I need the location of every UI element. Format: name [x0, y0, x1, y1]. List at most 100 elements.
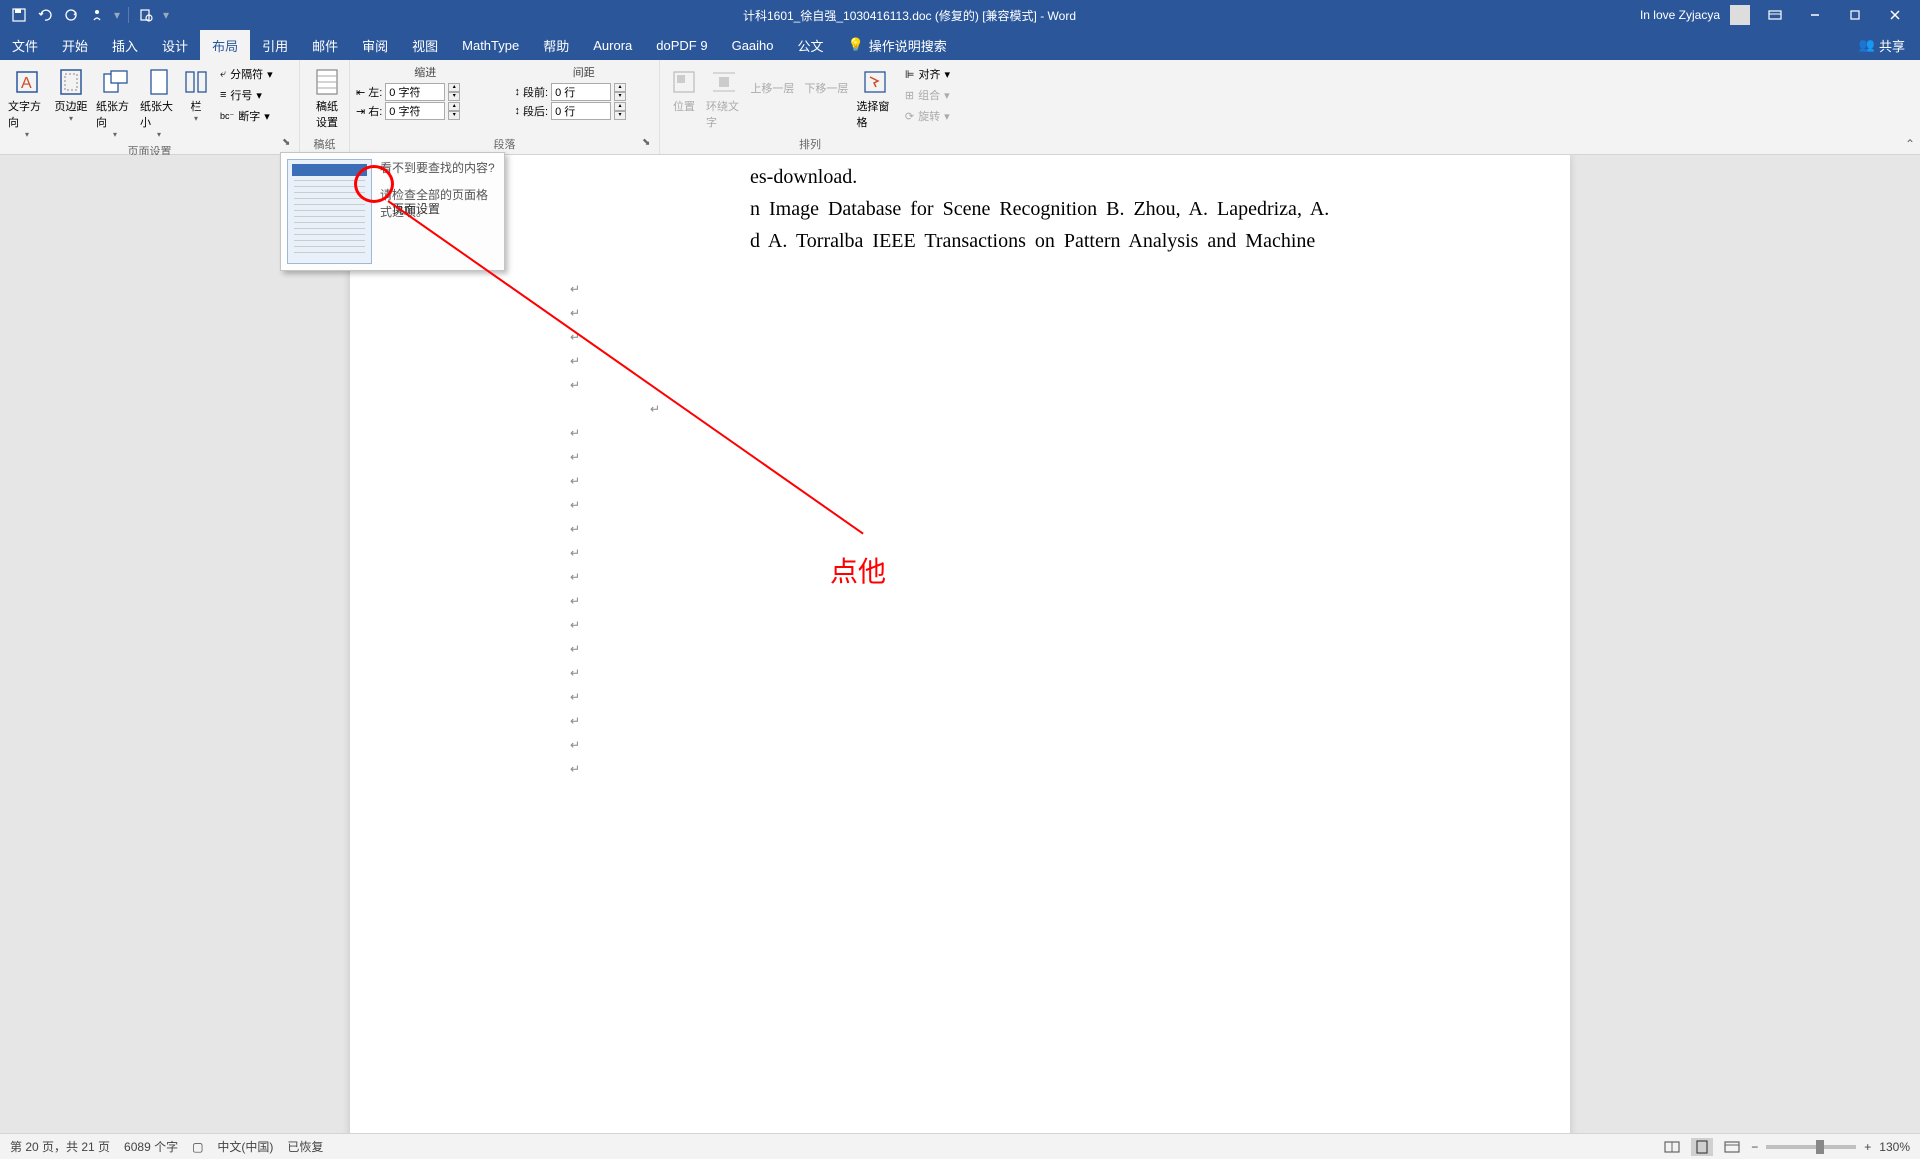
orientation-button[interactable]: 纸张方向 ▾ — [94, 64, 136, 141]
paragraph-dialog-launcher[interactable]: ⬊ — [642, 137, 656, 151]
ribbon-options-icon[interactable] — [1760, 5, 1790, 25]
spinner-up[interactable]: ▴ — [448, 102, 460, 111]
indent-left-input[interactable] — [385, 83, 445, 101]
hyphenation-icon: bc⁻ — [220, 111, 234, 122]
tab-design[interactable]: 设计 — [150, 30, 200, 60]
page-setup-dialog-launcher[interactable]: ⬊ — [282, 137, 296, 151]
line-numbers-icon: ≡ — [220, 89, 226, 101]
spacing-header: 间距 — [515, 64, 654, 82]
forward-button: 上移一层 — [746, 78, 798, 98]
tab-layout[interactable]: 布局 — [200, 30, 250, 60]
spinner-up[interactable]: ▴ — [448, 83, 460, 92]
paragraph-mark: ↵ — [570, 517, 1450, 541]
spinner-up[interactable]: ▴ — [614, 83, 626, 92]
spacing-after-input[interactable] — [551, 102, 611, 120]
annotation-text: 点他 — [830, 550, 886, 590]
tab-references[interactable]: 引用 — [250, 30, 300, 60]
paragraph-mark: ↵ — [650, 397, 1450, 421]
zoom-out-button[interactable]: − — [1751, 1140, 1758, 1154]
align-button[interactable]: ⊫对齐 ▾ — [901, 64, 954, 84]
tab-home[interactable]: 开始 — [50, 30, 100, 60]
print-preview-icon[interactable] — [137, 6, 155, 24]
spinner-down[interactable]: ▾ — [448, 92, 460, 101]
redo-icon[interactable] — [62, 6, 80, 24]
tab-gaaiho[interactable]: Gaaiho — [720, 30, 786, 60]
zoom-slider[interactable] — [1766, 1145, 1856, 1149]
tab-dopdf[interactable]: doPDF 9 — [644, 30, 719, 60]
group-label-arrange: 排列 — [666, 134, 954, 152]
manuscript-icon — [311, 66, 343, 98]
tab-review[interactable]: 审阅 — [350, 30, 400, 60]
web-layout-icon[interactable] — [1721, 1138, 1743, 1156]
paragraph-mark: ↵ — [570, 637, 1450, 661]
size-button[interactable]: 纸张大小 ▾ — [138, 64, 180, 141]
group-button: ⊞组合 ▾ — [901, 85, 954, 105]
tab-gongwen[interactable]: 公文 — [786, 30, 836, 60]
paragraph-mark: ↵ — [570, 277, 1450, 301]
breaks-button[interactable]: ⤶分隔符 ▾ — [216, 64, 277, 84]
indent-right-icon: ⇥ — [356, 105, 365, 118]
spacing-before-input[interactable] — [551, 83, 611, 101]
maximize-icon[interactable] — [1840, 5, 1870, 25]
position-button: 位置 — [666, 64, 702, 116]
share-button[interactable]: 👥 共享 — [1859, 36, 1920, 55]
document-area: es-download. n Image Database for Scene … — [0, 155, 1920, 1133]
bulb-icon: 💡 — [848, 37, 864, 53]
line-numbers-button[interactable]: ≡行号 ▾ — [216, 85, 277, 105]
zoom-level[interactable]: 130% — [1879, 1140, 1910, 1154]
tab-file[interactable]: 文件 — [0, 30, 50, 60]
doc-line-1: es-download. — [750, 161, 1450, 193]
doc-line-3: d A. Torralba IEEE Transactions on Patte… — [750, 225, 1450, 257]
spinner-down[interactable]: ▾ — [614, 92, 626, 101]
tab-insert[interactable]: 插入 — [100, 30, 150, 60]
indent-right-input[interactable] — [385, 102, 445, 120]
paragraph-mark: ↵ — [570, 301, 1450, 325]
recovered-indicator: 已恢复 — [287, 1138, 323, 1155]
group-label-paragraph: 段落 — [356, 134, 653, 152]
print-layout-icon[interactable] — [1691, 1138, 1713, 1156]
align-icon: ⊫ — [905, 68, 915, 81]
tab-mailings[interactable]: 邮件 — [300, 30, 350, 60]
title-bar: ▾ ▾ 计科1601_徐自强_1030416113.doc (修复的) [兼容模… — [0, 0, 1920, 30]
tab-view[interactable]: 视图 — [400, 30, 450, 60]
undo-icon[interactable] — [36, 6, 54, 24]
spinner-down[interactable]: ▾ — [448, 111, 460, 120]
avatar[interactable] — [1730, 5, 1750, 25]
tab-aurora[interactable]: Aurora — [581, 30, 644, 60]
status-bar: 第 20 页，共 21 页 6089 个字 ▢ 中文(中国) 已恢复 − + 1… — [0, 1133, 1920, 1159]
tab-help[interactable]: 帮助 — [531, 30, 581, 60]
save-icon[interactable] — [10, 6, 28, 24]
read-mode-icon[interactable] — [1661, 1138, 1683, 1156]
group-label-manuscript: 稿纸 — [306, 134, 343, 152]
collapse-ribbon-icon[interactable]: ⌃ — [1905, 137, 1915, 151]
spinner-up[interactable]: ▴ — [614, 102, 626, 111]
manuscript-button[interactable]: 稿纸 设置 — [306, 64, 348, 132]
margins-button[interactable]: 页边距 ▾ — [50, 64, 92, 125]
menu-bar: 文件 开始 插入 设计 布局 引用 邮件 审阅 视图 MathType 帮助 A… — [0, 30, 1920, 60]
minimize-icon[interactable] — [1800, 5, 1830, 25]
tell-me-search[interactable]: 💡 操作说明搜索 — [836, 36, 959, 55]
close-icon[interactable] — [1880, 5, 1910, 25]
tab-mathtype[interactable]: MathType — [450, 30, 531, 60]
user-name: In love Zyjacya — [1640, 8, 1720, 22]
paragraph-mark: ↵ — [570, 349, 1450, 373]
spinner-down[interactable]: ▾ — [614, 111, 626, 120]
text-direction-button[interactable]: A 文字方向 ▾ — [6, 64, 48, 141]
language-indicator[interactable]: 中文(中国) — [217, 1138, 273, 1155]
position-icon — [668, 66, 700, 98]
paragraph-mark: ↵ — [570, 685, 1450, 709]
touch-icon[interactable] — [88, 6, 106, 24]
paragraph-mark: ↵ — [570, 613, 1450, 637]
wrap-icon — [708, 66, 740, 98]
word-count[interactable]: 6089 个字 — [124, 1138, 178, 1155]
hyphenation-button[interactable]: bc⁻断字 ▾ — [216, 106, 277, 126]
selection-pane-icon — [859, 66, 891, 98]
page-indicator[interactable]: 第 20 页，共 21 页 — [10, 1138, 110, 1155]
text-direction-icon: A — [11, 66, 43, 98]
paragraph-mark: ↵ — [570, 325, 1450, 349]
paragraph-mark: ↵ — [570, 373, 1450, 397]
zoom-in-button[interactable]: + — [1864, 1140, 1871, 1154]
selection-pane-button[interactable]: 选择窗格 — [854, 64, 894, 132]
columns-button[interactable]: 栏 ▾ — [182, 64, 210, 125]
spell-check-icon[interactable]: ▢ — [192, 1140, 203, 1154]
